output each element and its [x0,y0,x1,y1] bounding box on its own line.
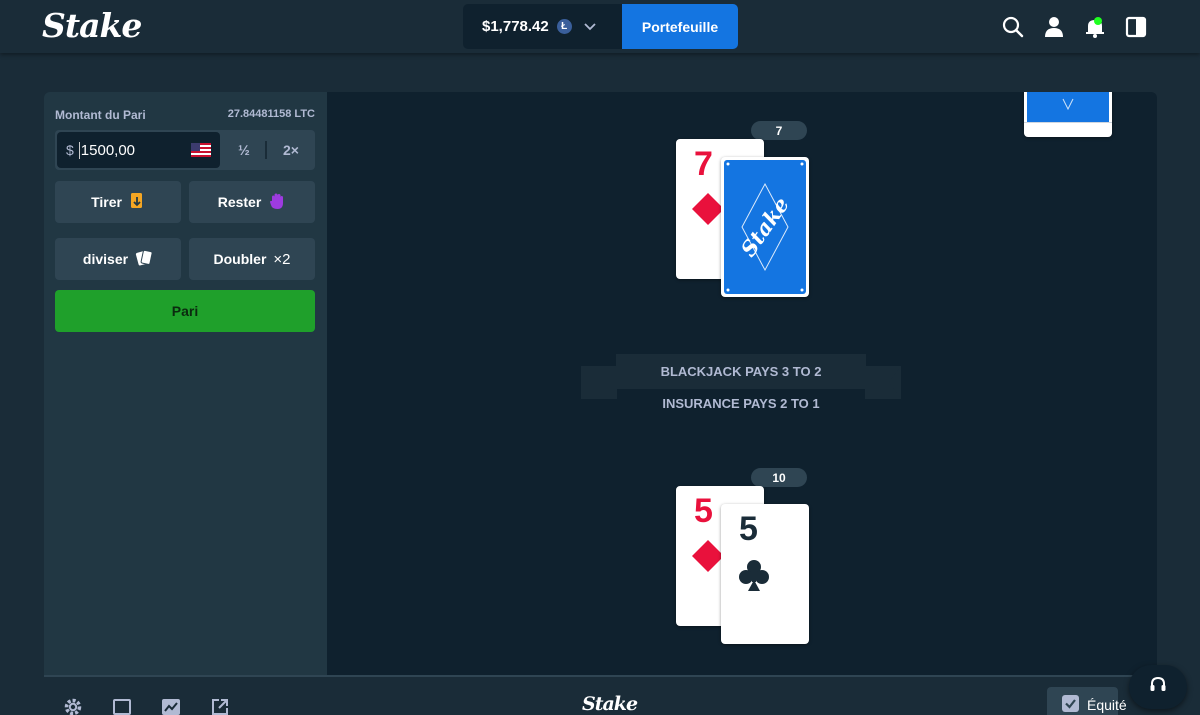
support-chat-button[interactable] [1129,665,1187,709]
half-bet-button[interactable]: ½ [222,130,266,170]
top-header: Stake $1,778.42 Ł Portefeuille [0,0,1200,53]
card-back-logo: Stake [735,192,794,261]
bet-amount-label: Montant du Pari [55,108,146,122]
bet-amount-input[interactable] [78,141,179,159]
hit-label: Tirer [91,194,122,210]
double-down-button[interactable]: Doubler ×2 [189,238,315,280]
place-bet-button[interactable]: Pari [55,290,315,332]
dealer-card-hidden: Stake [721,157,809,297]
double-down-badge: ×2 [273,250,291,268]
blackjack-payout-banner: BLACKJACK PAYS 3 TO 2 [616,354,866,389]
settings-gear-icon[interactable] [63,697,83,715]
notifications-bell-icon[interactable] [1084,16,1106,38]
insurance-payout-text: INSURANCE PAYS 2 TO 1 [662,396,820,411]
shield-check-icon [1062,695,1079,715]
balance-selector[interactable]: $1,778.42 Ł [463,4,622,49]
double-bet-button[interactable]: 2× [267,130,315,170]
card-rank: 7 [694,145,713,183]
footer-stake-logo: Stake [582,693,638,715]
blackjack-table: 7 7 Stake BLACKJACK PAYS 3 TO 2 INSURANC… [327,92,1157,675]
search-icon[interactable] [1002,16,1024,38]
chevron-down-icon[interactable] [584,20,596,34]
split-button[interactable]: diviser [55,238,181,280]
banner-ribbon-right [865,366,901,399]
live-stats-icon[interactable] [161,697,181,715]
split-cards-icon [135,249,153,270]
sidebar-toggle-icon[interactable] [1125,16,1147,38]
club-suit-icon [737,558,771,597]
currency-prefix: $ [66,142,74,158]
wallet-button[interactable]: Portefeuille [622,4,738,49]
popout-icon[interactable] [210,697,230,715]
balance-amount: $1,778.42 [482,18,549,35]
diamond-suit-icon [692,193,724,230]
card-rank: 5 [739,510,758,548]
bet-controls-panel: Montant du Pari 27.84481158 LTC $ ½ 2× T… [44,92,327,675]
stake-logo[interactable]: Stake [42,6,142,45]
dealer-score: 7 [751,121,807,140]
diamond-suit-icon [692,540,724,577]
hit-button[interactable]: Tirer [55,181,181,223]
player-card-2: 5 [721,504,809,644]
fairness-label: Équité [1087,697,1127,713]
headset-icon [1149,676,1167,699]
player-score: 10 [751,468,807,487]
stand-label: Rester [217,194,262,210]
double-down-label: Doubler [213,251,267,267]
card-shoe-stack [1024,122,1112,136]
bet-amount-field[interactable]: $ [57,132,220,168]
bet-amount-crypto: 27.84481158 LTC [227,108,315,120]
game-footer: Stake Équité [44,675,1157,715]
theatre-mode-icon[interactable] [112,697,132,715]
user-icon[interactable] [1043,16,1065,38]
split-label: diviser [82,251,129,267]
stand-button[interactable]: Rester [189,181,315,223]
hit-card-icon [129,192,145,213]
banner-ribbon-left [581,366,617,399]
fairness-button[interactable]: Équité [1047,687,1127,715]
bet-amount-row: $ ½ 2× [55,130,315,170]
us-flag-icon [191,143,211,157]
stand-hand-icon [268,192,286,213]
litecoin-icon: Ł [556,19,572,34]
card-rank: 5 [694,492,713,530]
